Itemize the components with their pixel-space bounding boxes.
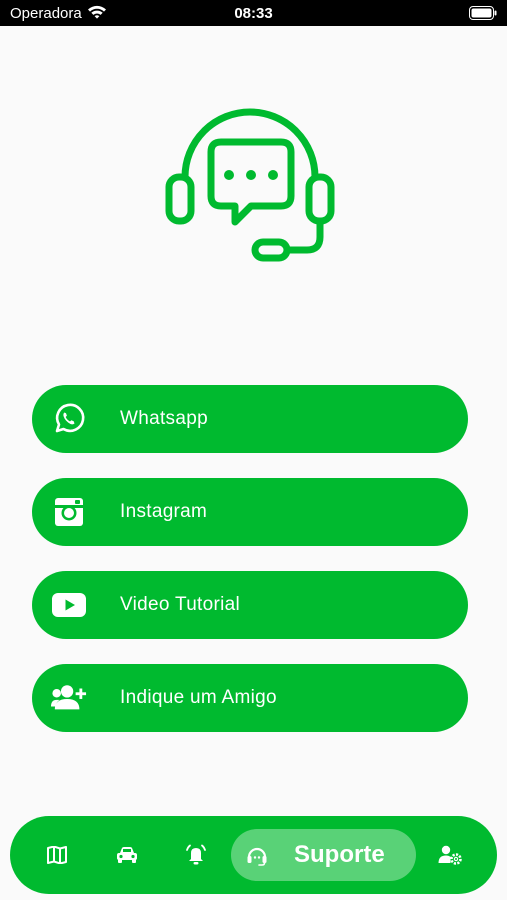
battery-icon xyxy=(469,6,497,20)
nav-suporte-label: Suporte xyxy=(294,841,385,868)
user-settings-icon xyxy=(438,845,462,865)
map-icon xyxy=(47,846,67,864)
whatsapp-button[interactable]: Whatsapp xyxy=(32,385,468,453)
car-icon xyxy=(117,847,137,863)
whatsapp-icon xyxy=(51,401,87,437)
nav-suporte-button[interactable]: Suporte xyxy=(231,829,416,881)
support-headset-icon xyxy=(245,843,269,867)
instagram-icon xyxy=(51,494,87,530)
nav-alarm-button[interactable] xyxy=(176,816,216,894)
instagram-button[interactable]: Instagram xyxy=(32,478,468,546)
video-tutorial-button[interactable]: Video Tutorial xyxy=(32,571,468,639)
nav-user-settings-button[interactable] xyxy=(430,816,470,894)
nav-map-button[interactable] xyxy=(37,816,77,894)
alarm-bell-icon xyxy=(186,844,206,865)
youtube-icon xyxy=(51,587,87,623)
bottom-nav: Suporte xyxy=(10,816,497,894)
user-plus-icon xyxy=(51,680,87,716)
support-options: Whatsapp Instagram Video Tutorial Indiqu… xyxy=(32,385,468,757)
headset-chat-icon xyxy=(165,108,335,262)
nav-car-button[interactable] xyxy=(107,816,147,894)
clock: 08:33 xyxy=(234,5,273,22)
indique-amigo-label: Indique um Amigo xyxy=(120,687,277,708)
whatsapp-label: Whatsapp xyxy=(120,408,208,429)
indique-amigo-button[interactable]: Indique um Amigo xyxy=(32,664,468,732)
status-bar: Operadora 08:33 xyxy=(0,0,507,26)
video-tutorial-label: Video Tutorial xyxy=(120,594,241,615)
instagram-label: Instagram xyxy=(120,501,208,522)
